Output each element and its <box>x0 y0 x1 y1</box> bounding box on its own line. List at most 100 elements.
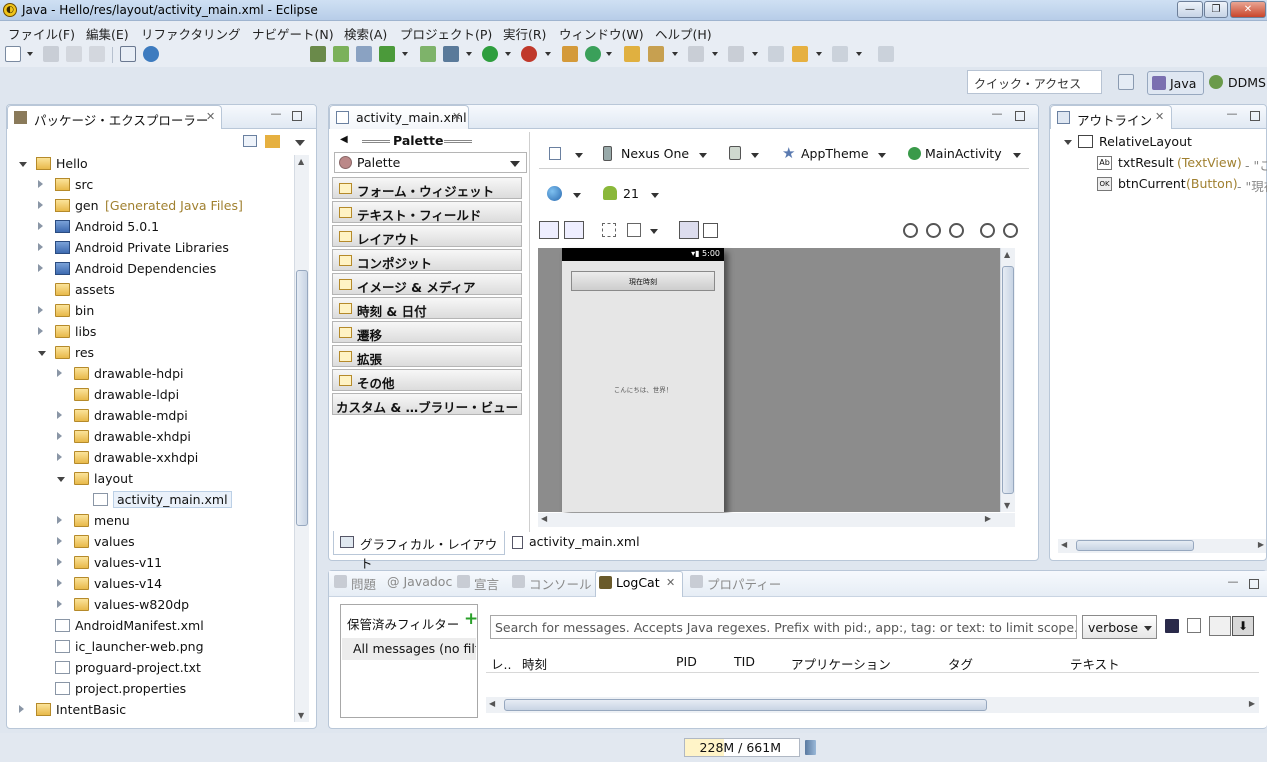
canvas-vscroll[interactable]: ▲ ▼ <box>1000 248 1015 512</box>
minimize-button[interactable]: — <box>1177 1 1203 18</box>
palette-category[interactable]: 拡張 <box>332 345 522 367</box>
tab-problems[interactable]: 問題 <box>331 571 380 593</box>
back-arrow-icon[interactable] <box>792 46 808 62</box>
tree-toggle[interactable] <box>57 558 62 566</box>
column-level[interactable]: レ.. <box>491 654 511 673</box>
save-icon[interactable] <box>43 46 59 62</box>
tab-activity-main[interactable]: activity_main.xml ✕ <box>329 105 469 129</box>
palette-category[interactable]: コンポジット <box>332 249 522 271</box>
tree-toggle[interactable] <box>57 516 62 524</box>
clear-log-icon[interactable] <box>1187 618 1201 633</box>
tab-declaration[interactable]: 宣言 <box>454 571 503 593</box>
package-icon[interactable] <box>562 46 578 62</box>
chevron-down-icon[interactable] <box>606 52 612 56</box>
palette-category[interactable]: イメージ & メディア <box>332 273 522 295</box>
search-icon[interactable] <box>648 46 664 62</box>
tree-toggle[interactable] <box>57 579 62 587</box>
palette-category[interactable]: 遷移 <box>332 321 522 343</box>
resize-icon[interactable] <box>627 223 641 237</box>
menu-window[interactable]: ウィンドウ(W) <box>559 24 644 43</box>
tab-logcat[interactable]: LogCat ✕ <box>595 571 683 597</box>
zoom-out-icon[interactable] <box>980 223 995 238</box>
tree-toggle[interactable] <box>38 264 43 272</box>
new-icon[interactable] <box>5 46 21 62</box>
maximize-icon[interactable] <box>292 111 302 121</box>
log-level-select[interactable]: verbose <box>1082 615 1157 639</box>
print-icon[interactable] <box>89 46 105 62</box>
menu-help[interactable]: ヘルプ(H) <box>655 24 712 43</box>
palette-category[interactable]: その他 <box>332 369 522 391</box>
maximize-icon[interactable] <box>1250 111 1260 121</box>
debug-icon[interactable] <box>443 46 459 62</box>
toggle-filters-icon[interactable] <box>1209 616 1231 636</box>
tab-properties[interactable]: プロパティー <box>687 571 785 593</box>
chevron-down-icon[interactable] <box>402 52 408 56</box>
fill-height-icon[interactable] <box>564 221 584 239</box>
minimize-icon[interactable]: — <box>1227 576 1239 589</box>
tree-toggle[interactable] <box>38 306 43 314</box>
tab-package-explorer[interactable]: パッケージ・エクスプローラー ✕ <box>7 105 222 129</box>
close-icon[interactable]: ✕ <box>666 576 675 589</box>
heap-monitor[interactable]: 228M / 661M <box>684 738 800 757</box>
menu-project[interactable]: プロジェクト(P) <box>400 24 492 43</box>
palette-category[interactable]: レイアウト <box>332 225 522 247</box>
maximize-button[interactable]: ❐ <box>1204 1 1228 18</box>
zoom-real-size-icon[interactable] <box>926 223 941 238</box>
locale-select[interactable] <box>547 181 587 205</box>
chevron-down-icon[interactable] <box>712 52 718 56</box>
minimize-icon[interactable]: — <box>991 108 1003 121</box>
zoom-in-icon[interactable] <box>1003 223 1018 238</box>
tree-toggle[interactable] <box>57 411 62 419</box>
menu-edit[interactable]: 編集(E) <box>86 24 129 43</box>
chevron-down-icon[interactable] <box>752 52 758 56</box>
tab-javadoc[interactable]: @ Javadoc <box>381 571 456 593</box>
chevron-down-icon[interactable] <box>27 52 33 56</box>
column-tag[interactable]: タグ <box>948 654 973 673</box>
lint-icon[interactable] <box>356 46 372 62</box>
close-button[interactable]: ✕ <box>1230 1 1266 18</box>
maximize-icon[interactable] <box>1015 111 1025 121</box>
trash-icon[interactable] <box>805 740 816 755</box>
save-log-icon[interactable] <box>1165 619 1179 633</box>
column-application[interactable]: アプリケーション <box>791 654 891 673</box>
forward-arrow-icon[interactable] <box>832 46 848 62</box>
chevron-down-icon[interactable] <box>672 52 678 56</box>
tree-toggle[interactable] <box>38 201 43 209</box>
scroll-lock-icon[interactable]: ⬇ <box>1232 616 1254 636</box>
quick-access-input[interactable]: クイック・アクセス <box>967 70 1102 94</box>
check-icon[interactable] <box>379 46 395 62</box>
tree-toggle[interactable] <box>57 432 62 440</box>
close-icon[interactable]: ✕ <box>452 110 461 123</box>
tree-toggle[interactable] <box>57 477 65 482</box>
tree-toggle[interactable] <box>38 243 43 251</box>
filter-item-all[interactable]: All messages (no filte <box>342 638 476 660</box>
pin-editor-icon[interactable] <box>878 46 894 62</box>
close-icon[interactable]: ✕ <box>206 110 215 123</box>
add-filter-icon[interactable]: + <box>464 609 478 629</box>
preview-hello-text[interactable]: こんにちは、世界！ <box>562 384 724 394</box>
tree-toggle[interactable] <box>38 222 43 230</box>
tab-graphical-layout[interactable]: グラフィカル・レイアウト <box>333 531 505 571</box>
logcat-search-input[interactable]: Search for messages. Accepts Java regexe… <box>490 615 1077 639</box>
column-pid[interactable]: PID <box>676 654 697 669</box>
chevron-left-icon[interactable]: ◀ <box>340 134 348 145</box>
open-type-icon[interactable] <box>624 46 640 62</box>
run-icon[interactable] <box>482 46 498 62</box>
tree-toggle[interactable] <box>57 369 62 377</box>
collapse-all-icon[interactable] <box>243 135 257 147</box>
column-text[interactable]: テキスト <box>1070 654 1120 673</box>
maximize-icon[interactable] <box>1249 579 1259 589</box>
menu-run[interactable]: 実行(R) <box>503 24 546 43</box>
tree-toggle[interactable] <box>57 537 62 545</box>
palette-custom-views[interactable]: カスタム & …ブラリー・ビュー <box>332 393 522 415</box>
api-level-select[interactable]: 21 <box>601 181 661 205</box>
scroll-thumb[interactable] <box>1076 540 1194 551</box>
palette-dropdown[interactable]: Palette <box>334 152 527 173</box>
toggle-layout-icon[interactable] <box>703 223 718 238</box>
perspective-java-button[interactable]: Java <box>1147 71 1204 95</box>
menu-file[interactable]: ファイル(F) <box>8 24 75 43</box>
tree-toggle[interactable] <box>38 327 43 335</box>
tree-toggle[interactable] <box>38 180 43 188</box>
select-all-icon[interactable] <box>602 223 616 237</box>
chevron-down-icon[interactable] <box>856 52 862 56</box>
